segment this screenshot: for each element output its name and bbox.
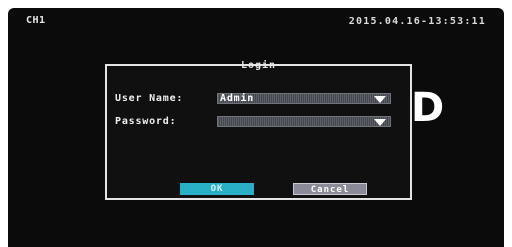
channel-label: CH1 [26,15,46,26]
ok-button[interactable]: OK [180,183,254,195]
password-row: Password: [115,115,402,129]
cancel-button[interactable]: Cancel [293,183,367,195]
username-row: User Name: Admin [115,92,402,106]
password-field[interactable] [217,116,391,127]
dropdown-arrow-icon[interactable] [374,119,386,126]
partial-glyph-icon: D [411,85,445,131]
login-dialog: Login User Name: Admin Password: OK Canc… [105,60,412,200]
username-value: Admin [220,93,255,104]
username-dropdown[interactable]: Admin [217,93,391,104]
dropdown-arrow-icon[interactable] [374,96,386,103]
username-label: User Name: [115,93,184,104]
dialog-title: Login [240,60,277,71]
password-label: Password: [115,116,177,127]
monitor-screen: CH1 2015.04.16-13:53:11 D Login User Nam… [8,8,504,247]
datetime-display: 2015.04.16-13:53:11 [348,16,486,27]
